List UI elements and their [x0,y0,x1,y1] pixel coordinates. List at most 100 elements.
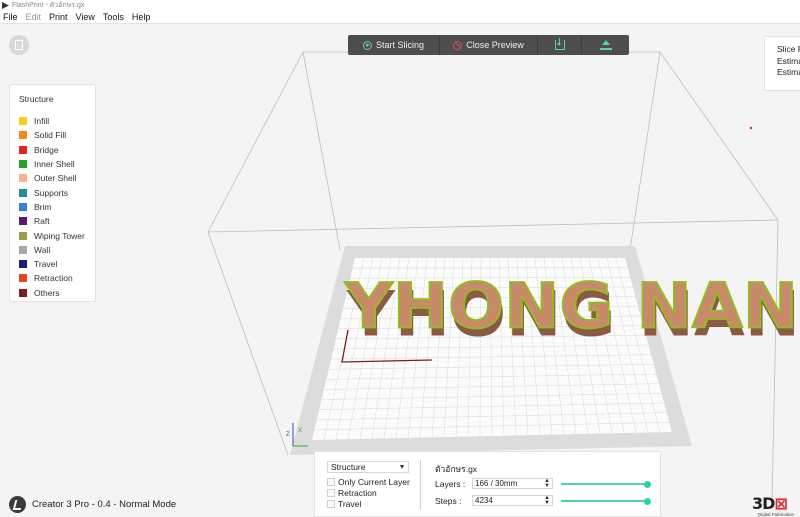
legend-item-outer-shell: Outer Shell [19,171,95,185]
spin-arrows-icon[interactable]: ▲ ▼ [544,478,550,489]
info-line-estimate-2: Estima [777,67,800,77]
menu-bar: File Edit Print View Tools Help [0,11,800,24]
layers-row: Layers : 166 / 30mm ▲ ▼ [435,478,553,489]
legend-item-supports: Supports [19,185,95,199]
menu-help[interactable]: Help [132,12,151,22]
machine-status: Creator 3 Pro - 0.4 - Normal Mode [32,499,177,510]
legend-label: Wiping Tower [34,230,85,241]
layers-label: Layers : [435,478,466,489]
legend-swatch [19,145,27,154]
info-line-slice: Slice F [777,44,800,54]
legend-label: Bridge [34,144,59,155]
legend-swatch [19,245,27,254]
legend-list: Infill Solid Fill Bridge Inner Shell Outer S… [19,114,95,300]
print-preview-viewport[interactable]: Z X YHONG NAN YHONG NAN [0,25,800,517]
layers-value: 166 / 30mm [475,479,518,488]
brand-mark: 3D⊠ [752,494,788,513]
download-icon [554,38,565,50]
legend-item-infill: Infill [19,114,95,128]
file-button[interactable] [9,35,29,55]
legend-label: Supports [34,187,69,198]
legend-item-bridge: Bridge [19,143,95,157]
legend-swatch [19,274,27,283]
app-icon [2,2,9,9]
legend-label: Infill [34,116,50,127]
slice-info-panel: Slice F Estima Estima [764,36,800,91]
legend-item-raft: Raft [19,214,95,228]
steps-spinbox[interactable]: 4234 ▲ ▼ [472,495,553,506]
legend-item-brim: Brim [19,200,95,214]
axis-x-label: X [298,428,302,434]
legend-item-others: Others [19,286,95,300]
legend-swatch [19,260,27,269]
info-line-estimate-1: Estima [777,55,800,66]
legend-label: Outer Shell [34,173,77,184]
ban-icon [453,40,463,50]
structure-legend: Structure Infill Solid Fill Bridge Inner Sh… [9,84,96,302]
start-slicing-button[interactable]: Start Slicing [348,35,440,55]
close-preview-label: Close Preview [466,40,524,50]
document-icon [15,40,23,50]
file-name: ตัวอักษร.gx [435,464,478,474]
send-to-printer-button[interactable] [582,35,629,55]
legend-swatch [19,188,27,197]
menu-tools[interactable]: Tools [103,12,124,22]
brand-logo: 3D⊠ Digital Fabrication [752,494,800,517]
retraction-label: Retraction [338,488,377,498]
steps-slider[interactable] [561,497,651,505]
status-bar: Creator 3 Pro - 0.4 - Normal Mode [9,496,176,513]
layers-slider[interactable] [561,480,651,488]
legend-label: Solid Fill [34,130,67,141]
legend-item-travel: Travel [19,257,95,271]
build-volume-edge-back-right [629,51,661,251]
build-volume-edge-right [771,219,779,503]
menu-view[interactable]: View [76,12,95,22]
legend-swatch [19,231,27,240]
legend-swatch [19,131,27,140]
upload-icon [599,40,612,50]
menu-file[interactable]: File [3,12,18,22]
legend-label: Brim [34,201,52,212]
steps-slider-handle[interactable] [643,497,651,505]
layers-slider-fill [561,483,647,485]
build-volume-top [207,51,779,233]
menu-print[interactable]: Print [49,12,68,22]
start-slicing-label: Start Slicing [375,40,425,50]
steps-row: Steps : 4234 ▲ ▼ [435,495,553,506]
layers-spinbox[interactable]: 166 / 30mm ▲ ▼ [472,478,553,489]
close-preview-button[interactable]: Close Preview [440,35,538,55]
flashforge-logo-icon [9,496,26,513]
steps-label: Steps : [435,495,462,506]
legend-item-inner-shell: Inner Shell [19,157,95,171]
legend-label: Others [34,287,60,298]
steps-value: 4234 [475,496,493,505]
brand-mark-text: 3D [752,494,775,513]
legend-label: Retraction [34,273,73,284]
spin-arrows-icon[interactable]: ▲ ▼ [544,495,550,506]
legend-swatch [19,288,27,297]
legend-title: Structure [19,94,54,104]
legend-swatch [19,202,27,211]
checkbox-box[interactable] [327,489,335,497]
export-button[interactable] [538,35,582,55]
play-circle-icon [362,40,372,50]
checkbox-box[interactable] [327,500,335,508]
legend-swatch [19,217,27,226]
menu-edit[interactable]: Edit [26,12,42,22]
retraction-checkbox[interactable]: Retraction [327,488,377,498]
legend-item-retraction: Retraction [19,271,95,285]
legend-swatch [19,174,27,183]
legend-swatch [19,160,27,169]
preview-toolbar: Start Slicing Close Preview [348,35,629,55]
only-current-layer-checkbox[interactable]: Only Current Layer [327,477,410,487]
legend-swatch [19,117,27,126]
only-current-layer-label: Only Current Layer [338,477,410,487]
panel-divider [420,460,421,510]
legend-label: Raft [34,216,50,227]
display-mode-select[interactable]: Structure [327,461,409,473]
legend-item-solid-fill: Solid Fill [19,128,95,142]
travel-checkbox[interactable]: Travel [327,499,361,509]
legend-label: Wall [34,244,51,255]
checkbox-box[interactable] [327,478,335,486]
layers-slider-handle[interactable] [643,480,651,488]
